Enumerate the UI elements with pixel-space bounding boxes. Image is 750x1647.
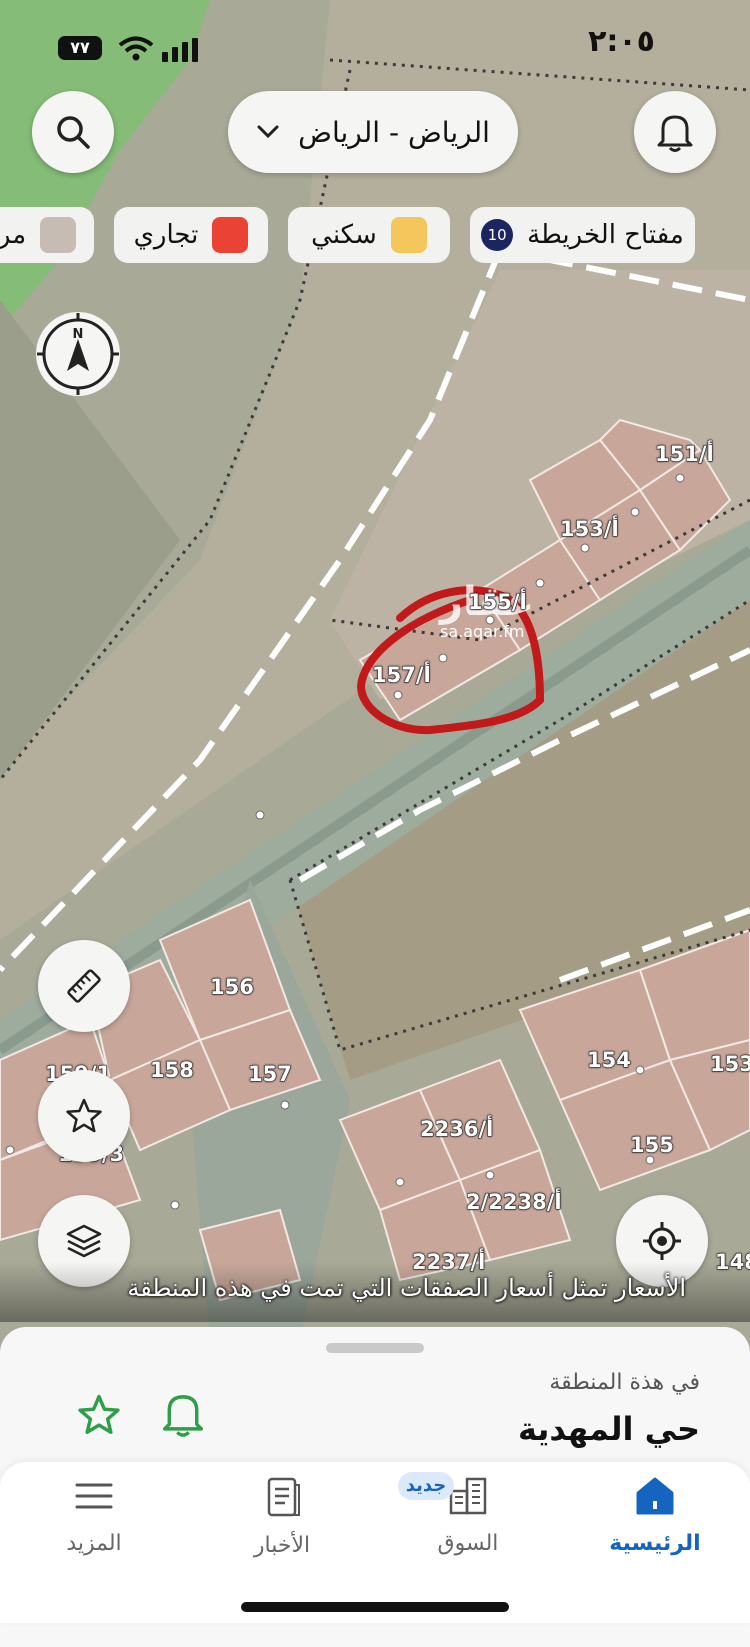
notifications-button[interactable] bbox=[634, 91, 716, 173]
search-button[interactable] bbox=[32, 91, 114, 173]
compass-button[interactable]: N bbox=[33, 309, 123, 399]
area-subtitle: في هذة المنطقة bbox=[549, 1370, 700, 1395]
price-notice-bar: الأسعار تمثل أسعار الصفقات التي تمت في ه… bbox=[0, 1262, 750, 1322]
home-icon bbox=[636, 1477, 674, 1515]
map-key-count: 10 bbox=[481, 219, 514, 251]
legend-other-label: مر bbox=[0, 220, 27, 250]
legend-commercial[interactable]: تجاري bbox=[114, 207, 268, 263]
status-bar: ٧٧ ٢:٠٥ bbox=[0, 0, 750, 80]
legend-commercial-label: تجاري bbox=[133, 220, 199, 250]
tab-news-label: الأخبار bbox=[253, 1533, 311, 1558]
area-title: حي المهدية bbox=[517, 1410, 700, 1448]
legend-residential[interactable]: سكني bbox=[288, 207, 450, 263]
commercial-swatch bbox=[212, 217, 249, 253]
search-icon bbox=[57, 116, 90, 149]
tab-news[interactable]: الأخبار bbox=[222, 1475, 342, 1595]
residential-swatch bbox=[390, 217, 427, 253]
lot-label[interactable]: 156 bbox=[210, 975, 255, 1000]
new-badge: جديد bbox=[398, 1472, 454, 1500]
favorite-area-button[interactable] bbox=[76, 1392, 122, 1438]
crosshair-icon bbox=[643, 1222, 681, 1260]
compass-letter: N bbox=[73, 327, 84, 342]
tab-market-label: السوق bbox=[437, 1531, 499, 1556]
news-icon bbox=[267, 1477, 300, 1517]
city-selector[interactable]: الرياض - الرياض bbox=[228, 91, 518, 173]
wifi-icon bbox=[118, 36, 154, 61]
tab-more-label: المزيد bbox=[66, 1531, 122, 1556]
lot-label[interactable]: 155/أ bbox=[468, 590, 528, 615]
status-time: ٢:٠٥ bbox=[588, 24, 655, 59]
tab-home-label: الرئيسية bbox=[609, 1531, 701, 1556]
bell-outline-icon bbox=[163, 1395, 203, 1437]
city-name: الرياض - الرياض bbox=[298, 115, 490, 149]
area-alert-button[interactable] bbox=[160, 1390, 206, 1438]
compass-icon: N bbox=[36, 312, 120, 396]
price-notice-text: الأسعار تمثل أسعار الصفقات التي تمت في ه… bbox=[127, 1274, 686, 1302]
map-key-chip[interactable]: 10 مفتاح الخريطة bbox=[470, 207, 695, 263]
battery-indicator: ٧٧ bbox=[58, 36, 102, 60]
ruler-icon bbox=[67, 969, 101, 1003]
watermark-url: sa.aqar.fm bbox=[440, 622, 525, 641]
lot-label[interactable]: 151/أ bbox=[655, 442, 715, 467]
legend-residential-label: سكني bbox=[311, 220, 377, 250]
lot-label[interactable]: 153/أ bbox=[560, 517, 620, 542]
home-indicator[interactable] bbox=[241, 1602, 509, 1612]
sheet-drag-handle[interactable] bbox=[326, 1343, 424, 1353]
lot-label[interactable]: 155 bbox=[630, 1133, 675, 1158]
lot-label[interactable]: 2/أ/2238 bbox=[466, 1190, 563, 1215]
lot-label[interactable]: 2236/أ bbox=[419, 1117, 493, 1142]
lot-label[interactable]: 157 bbox=[248, 1062, 293, 1087]
map-key-label: مفتاح الخريطة bbox=[527, 220, 684, 250]
tab-home[interactable]: الرئيسية bbox=[595, 1475, 715, 1595]
tab-more[interactable]: المزيد bbox=[34, 1475, 154, 1595]
measure-button[interactable] bbox=[38, 940, 130, 1032]
star-icon bbox=[66, 1098, 102, 1133]
other-swatch bbox=[40, 217, 77, 253]
star-outline-icon bbox=[78, 1394, 120, 1434]
signal-icon bbox=[162, 38, 198, 62]
lot-label[interactable]: 154 bbox=[587, 1048, 632, 1073]
bell-icon bbox=[657, 115, 693, 152]
layers-icon bbox=[66, 1224, 102, 1258]
chevron-down-icon bbox=[257, 125, 279, 139]
lot-label[interactable]: 158 bbox=[150, 1058, 195, 1083]
menu-icon bbox=[75, 1483, 113, 1509]
lot-label[interactable]: 157/أ bbox=[372, 663, 432, 688]
legend-other[interactable]: مر bbox=[0, 207, 94, 263]
lot-label[interactable]: 153 bbox=[710, 1052, 750, 1077]
favorites-button[interactable] bbox=[38, 1070, 130, 1162]
